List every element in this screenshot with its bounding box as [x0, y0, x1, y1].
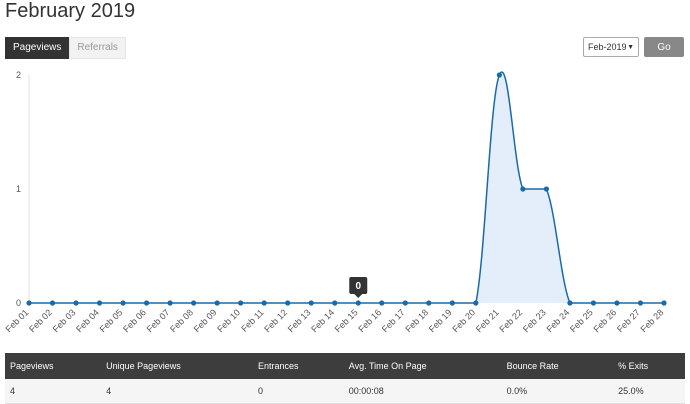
data-point: [449, 300, 455, 306]
x-tick-label: Feb 12: [262, 307, 289, 334]
x-tick-label: Feb 17: [380, 307, 407, 334]
data-point: [590, 300, 597, 306]
y-tick-label: 0: [16, 298, 21, 308]
data-point: [567, 300, 573, 306]
data-point: [143, 300, 150, 306]
tab-pageviews[interactable]: Pageviews: [5, 37, 70, 59]
x-tick-label: Feb 25: [568, 307, 595, 334]
summary-table: Pageviews Unique Pageviews Entrances Avg…: [5, 353, 685, 404]
series-area: [29, 72, 664, 304]
x-tick-label: Feb 24: [544, 307, 571, 334]
data-point: [73, 300, 79, 306]
x-tick-label: Feb 04: [74, 307, 101, 334]
chart-tooltip: 0: [349, 277, 368, 298]
data-point: [261, 300, 267, 306]
go-button[interactable]: Go: [644, 37, 684, 57]
x-tick-label: Feb 15: [333, 307, 360, 334]
data-point: [26, 300, 32, 306]
x-tick-label: Feb 27: [615, 307, 642, 334]
data-point: [426, 300, 432, 306]
x-tick-label: Feb 26: [591, 307, 618, 334]
cell-entrances: 0: [253, 379, 344, 404]
data-point: [473, 300, 479, 306]
view-tabs: Pageviews Referrals: [5, 37, 126, 59]
data-point: [661, 300, 667, 306]
cell-avg-time: 00:00:08: [343, 379, 502, 404]
x-tick-label: Feb 28: [639, 307, 666, 334]
series-line: [29, 71, 664, 304]
x-tick-label: Feb 09: [192, 307, 219, 334]
x-tick-label: Feb 19: [427, 307, 454, 334]
date-controls: Feb-2019 ▼ Go: [583, 37, 684, 57]
y-tick-label: 2: [16, 70, 21, 80]
x-tick-label: Feb 01: [4, 307, 31, 334]
x-tick-label: Feb 20: [450, 307, 477, 334]
x-tick-label: Feb 22: [497, 307, 524, 334]
x-tick-label: Feb 10: [215, 307, 242, 334]
data-point: [285, 300, 291, 306]
tab-referrals[interactable]: Referrals: [69, 37, 126, 59]
data-point: [238, 300, 244, 306]
data-point: [332, 300, 338, 306]
x-tick-label: Feb 16: [356, 307, 383, 334]
data-point: [402, 300, 408, 306]
data-point: [49, 300, 56, 306]
x-tick-label: Feb 23: [521, 307, 548, 334]
cell-bounce-rate: 0.0%: [501, 379, 614, 404]
x-tick-label: Feb 07: [145, 307, 172, 334]
data-point: [614, 300, 620, 306]
x-tick-label: Feb 18: [403, 307, 430, 334]
month-select-value: Feb-2019: [588, 42, 627, 52]
caret-down-icon: ▼: [627, 43, 634, 51]
header-bounce-rate: Bounce Rate: [501, 353, 614, 379]
data-point: [96, 300, 103, 306]
x-tick-label: Feb 06: [121, 307, 148, 334]
x-tick-label: Feb 21: [474, 307, 501, 334]
data-point: [191, 300, 197, 306]
data-point: [379, 300, 385, 306]
x-tick-label: Feb 03: [51, 307, 78, 334]
x-tick-label: Feb 14: [309, 307, 336, 334]
summary-header-row: Pageviews Unique Pageviews Entrances Avg…: [5, 353, 685, 379]
header-pageviews: Pageviews: [5, 353, 102, 379]
header-unique-pageviews: Unique Pageviews: [101, 353, 254, 379]
x-tick-label: Feb 11: [239, 307, 265, 333]
data-point: [543, 186, 550, 192]
cell-unique-pageviews: 4: [101, 379, 254, 404]
x-tick-label: Feb 05: [98, 307, 125, 334]
tooltip-arrow: [354, 294, 363, 298]
x-tick-label: Feb 13: [286, 307, 313, 334]
y-tick-label: 1: [16, 184, 21, 194]
data-point: [520, 186, 526, 192]
table-row: 4 4 0 00:00:08 0.0% 25.0%: [5, 379, 685, 404]
data-point: [214, 300, 220, 306]
cell-exits: 25.0%: [613, 379, 685, 404]
pageviews-chart: 012Feb 01Feb 02Feb 03Feb 04Feb 05Feb 06F…: [4, 70, 667, 334]
x-tick-label: Feb 02: [27, 307, 54, 334]
header-exits: % Exits: [613, 353, 685, 379]
tooltip-value: 0: [355, 281, 361, 292]
x-tick-label: Feb 08: [168, 307, 195, 334]
header-entrances: Entrances: [253, 353, 344, 379]
data-point: [355, 300, 361, 306]
page-title: February 2019: [5, 0, 136, 22]
data-point: [308, 300, 314, 306]
header-avg-time: Avg. Time On Page: [343, 353, 502, 379]
cell-pageviews: 4: [5, 379, 102, 404]
data-point: [120, 300, 126, 306]
month-select[interactable]: Feb-2019 ▼: [583, 37, 639, 57]
data-point: [496, 72, 502, 78]
data-point: [637, 300, 644, 306]
data-point: [167, 300, 173, 306]
